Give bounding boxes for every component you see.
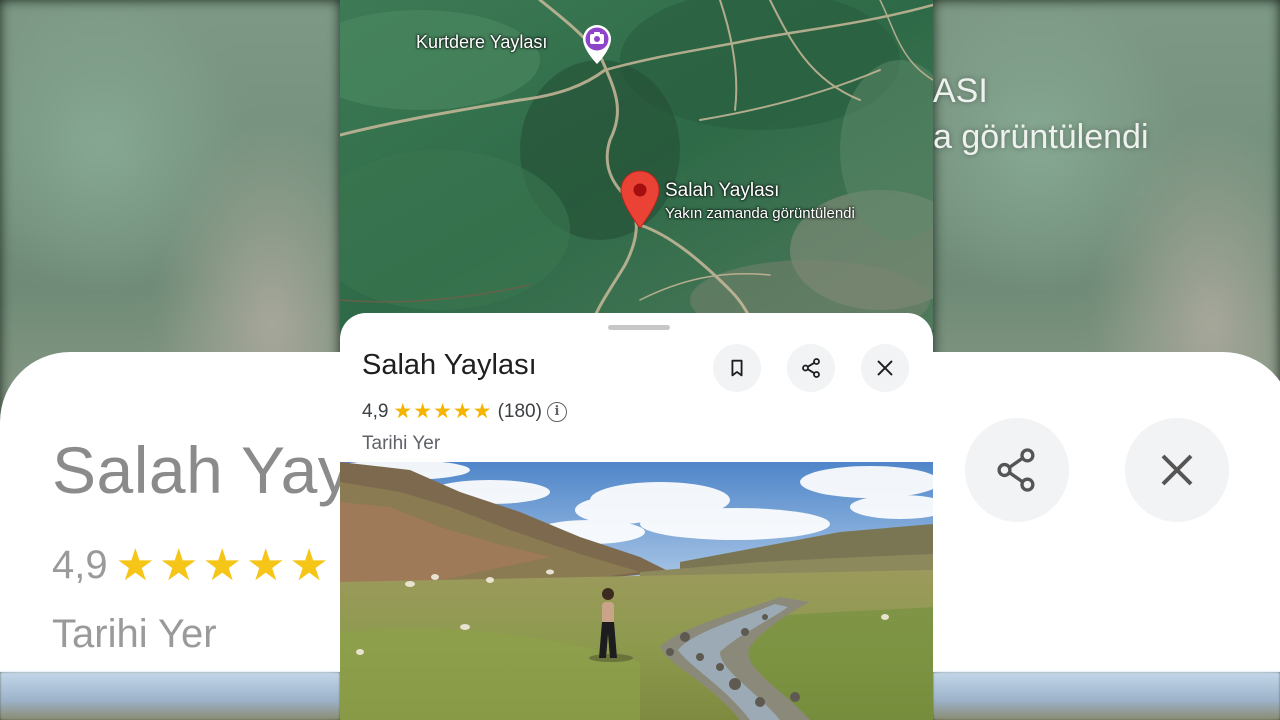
close-button[interactable] [861,344,909,392]
place-title: Salah Yaylası [362,349,537,381]
background-photo-strip [933,672,1280,720]
location-pin-icon[interactable] [619,170,661,230]
bookmark-icon [731,359,743,377]
background-right-zoom: ASI a görüntülendi [933,0,1280,720]
share-button[interactable] [787,344,835,392]
rating-row[interactable]: 4,9 ★★★★★ (180) i [362,399,567,424]
background-share-icon [965,418,1069,522]
review-count[interactable]: (180) [498,401,542,423]
info-icon[interactable]: i [546,401,567,422]
place-category: Tarihi Yer [362,433,441,454]
background-title: Salah Yay [52,433,340,507]
background-photo-strip [0,672,340,720]
background-overlay-line1: ASI [933,72,988,110]
map-pin-subtitle: Yakın zamanda görüntülendi [665,205,855,222]
background-rating: 4,9 ★★★★★ [52,540,333,591]
landscape-photo-image [340,462,933,720]
rating-value: 4,9 [362,400,389,422]
satellite-map[interactable]: Kurtdere Yaylası Salah Yaylası Yakın zam… [340,0,933,330]
map-label-kurtdere[interactable]: Kurtdere Yaylası [416,32,547,53]
phone-screen: Kurtdere Yaylası Salah Yaylası Yakın zam… [340,0,933,720]
background-rating-value: 4,9 [52,543,108,587]
background-close-icon [1125,418,1229,522]
share-icon [802,358,820,378]
drag-handle[interactable] [608,325,670,330]
background-overlay-line2: a görüntülendi [933,118,1149,156]
place-bottom-sheet[interactable]: Salah Yaylası 4,9 ★★★★★ (180) i Tarihi Y… [340,313,933,720]
background-left-zoom: Salah Yay 4,9 ★★★★★ Tarihi Yer [0,0,340,720]
background-category: Tarihi Yer [52,612,217,656]
place-photo[interactable] [340,462,933,720]
background-card [933,352,1280,672]
background-stars: ★★★★★ [115,541,333,590]
photo-poi-marker[interactable] [579,22,615,66]
save-button[interactable] [713,344,761,392]
map-pin-title: Salah Yaylası [665,180,780,201]
star-rating-icon: ★★★★★ [393,400,493,423]
close-icon [877,360,893,376]
